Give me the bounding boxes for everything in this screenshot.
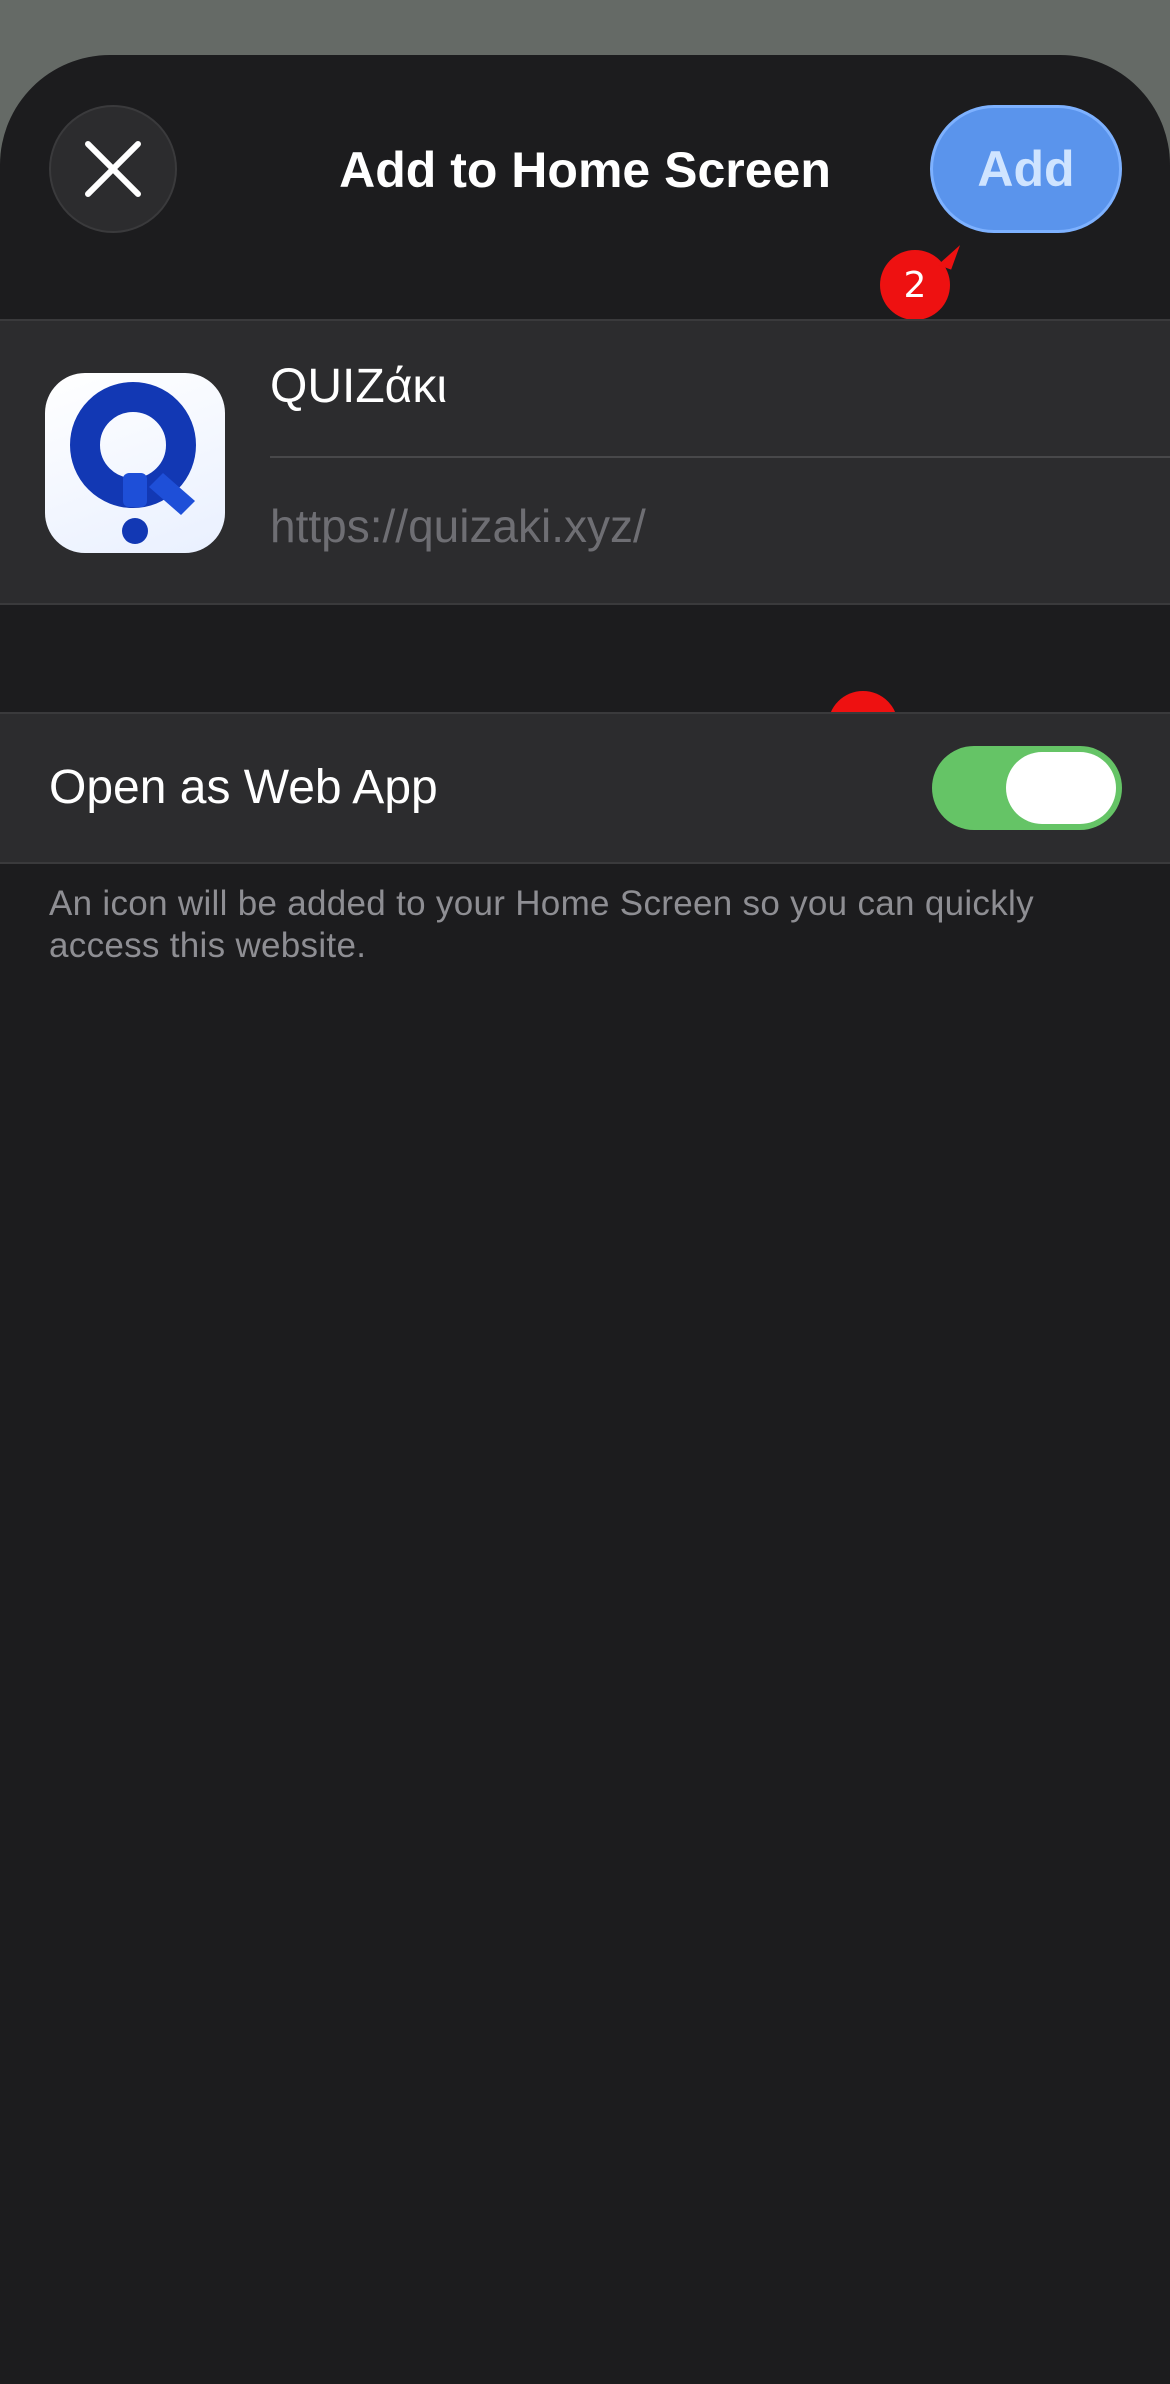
web-app-label: Open as Web App bbox=[49, 761, 438, 814]
quizaki-logo-icon bbox=[70, 382, 196, 544]
add-button[interactable]: Add bbox=[930, 105, 1122, 233]
web-app-option-row: Open as Web App bbox=[0, 712, 1170, 864]
annotation-marker-2: 2 bbox=[880, 240, 961, 320]
marker-2-number: 2 bbox=[903, 264, 927, 306]
web-app-toggle[interactable] bbox=[932, 746, 1122, 830]
app-info-group: QUIZάκι https://quizaki.xyz/ bbox=[0, 319, 1170, 605]
app-name-input[interactable]: QUIZάκι bbox=[270, 359, 447, 414]
add-to-home-sheet: Add to Home Screen Add 2 QUIZάκι https:/… bbox=[0, 55, 1170, 2384]
app-icon bbox=[45, 373, 225, 553]
toggle-knob bbox=[1006, 752, 1116, 824]
app-name-field[interactable]: QUIZάκι bbox=[270, 321, 1170, 458]
app-url: https://quizaki.xyz/ bbox=[270, 500, 646, 552]
footer-note: An icon will be added to your Home Scree… bbox=[49, 884, 1034, 965]
